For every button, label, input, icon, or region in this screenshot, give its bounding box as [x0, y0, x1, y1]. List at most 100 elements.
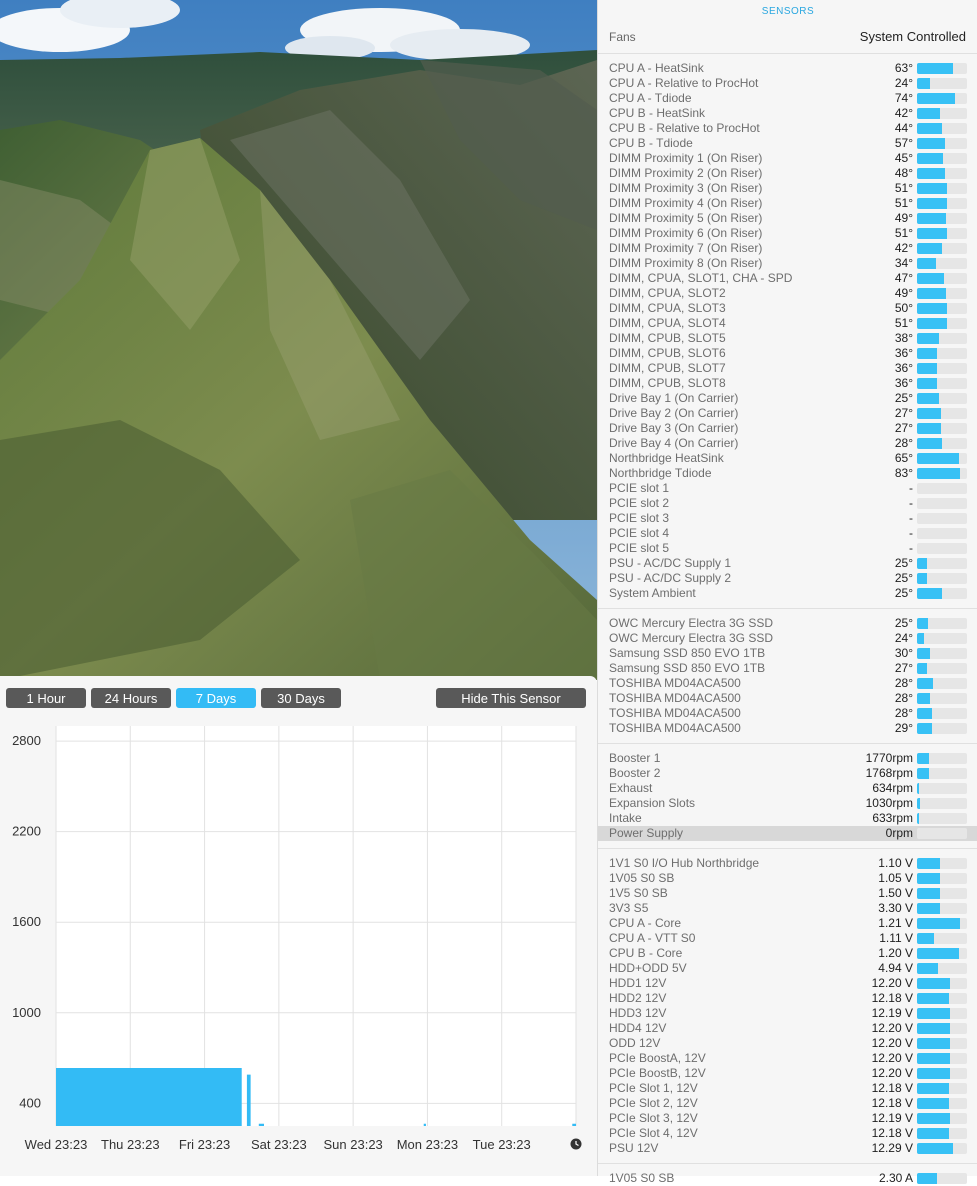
sensor-row[interactable]: 1V5 S0 SB 1.50 V [598, 886, 977, 901]
sensor-row[interactable]: OWC Mercury Electra 3G SSD 24° [598, 631, 977, 646]
sensor-row[interactable]: System Ambient 25° [598, 586, 977, 601]
sensor-level-bar [917, 483, 967, 494]
sensor-row[interactable]: Samsung SSD 850 EVO 1TB 30° [598, 646, 977, 661]
sensor-level-fill [917, 393, 939, 404]
sensor-row[interactable]: DIMM, CPUB, SLOT5 38° [598, 331, 977, 346]
sensor-row[interactable]: PCIE slot 2 - [598, 496, 977, 511]
sensor-row[interactable]: PCIe BoostB, 12V 12.20 V [598, 1066, 977, 1081]
sensor-row[interactable]: Northbridge HeatSink 65° [598, 451, 977, 466]
range-7-days-button[interactable]: 7 Days [176, 688, 256, 708]
sensor-level-bar [917, 963, 967, 974]
sensor-level-fill [917, 1128, 949, 1139]
sensor-row[interactable]: PCIe Slot 1, 12V 12.18 V [598, 1081, 977, 1096]
sensor-row[interactable]: DIMM, CPUA, SLOT2 49° [598, 286, 977, 301]
sensor-row[interactable]: HDD4 12V 12.20 V [598, 1021, 977, 1036]
hide-sensor-button[interactable]: Hide This Sensor [436, 688, 586, 708]
sensor-row[interactable]: CPU A - Tdiode 74° [598, 91, 977, 106]
sensor-value: 51° [894, 226, 913, 240]
sensor-name: Drive Bay 4 (On Carrier) [609, 436, 739, 450]
sensor-row[interactable]: PCIE slot 3 - [598, 511, 977, 526]
sensor-row[interactable]: HDD3 12V 12.19 V [598, 1006, 977, 1021]
sensor-row[interactable]: DIMM Proximity 1 (On Riser) 45° [598, 151, 977, 166]
sensor-value: 34° [894, 256, 913, 270]
sensor-row[interactable]: Power Supply 0rpm [598, 826, 977, 841]
sensor-row[interactable]: Exhaust 634rpm [598, 781, 977, 796]
sensor-level-bar [917, 63, 967, 74]
sensor-row[interactable]: ODD 12V 12.20 V [598, 1036, 977, 1051]
sensor-row[interactable]: TOSHIBA MD04ACA500 28° [598, 706, 977, 721]
sensor-row[interactable]: TOSHIBA MD04ACA500 29° [598, 721, 977, 736]
sensor-row[interactable]: OWC Mercury Electra 3G SSD 25° [598, 616, 977, 631]
sensor-level-fill [917, 783, 919, 794]
sensor-row[interactable]: PSU - AC/DC Supply 2 25° [598, 571, 977, 586]
sensor-row[interactable]: 3V3 S5 3.30 V [598, 901, 977, 916]
sensor-row[interactable]: DIMM, CPUB, SLOT7 36° [598, 361, 977, 376]
clock-icon[interactable] [570, 1138, 582, 1150]
sensor-row[interactable]: DIMM, CPUB, SLOT8 36° [598, 376, 977, 391]
sensor-level-fill [917, 798, 920, 809]
sensor-row[interactable]: CPU B - HeatSink 42° [598, 106, 977, 121]
sensor-name: 1V05 S0 SB [609, 871, 675, 885]
sensor-row[interactable]: CPU A - Core 1.21 V [598, 916, 977, 931]
sensor-row[interactable]: DIMM Proximity 8 (On Riser) 34° [598, 256, 977, 271]
sensor-row[interactable]: DIMM Proximity 3 (On Riser) 51° [598, 181, 977, 196]
sensor-row[interactable]: PSU 12V 12.29 V [598, 1141, 977, 1156]
sensor-level-bar [917, 573, 967, 584]
sensor-row[interactable]: DIMM, CPUA, SLOT4 51° [598, 316, 977, 331]
sensor-row[interactable]: Booster 2 1768rpm [598, 766, 977, 781]
sensor-row[interactable]: PSU - AC/DC Supply 1 25° [598, 556, 977, 571]
fans-mode-value[interactable]: System Controlled [860, 29, 966, 44]
sensor-row[interactable]: DIMM Proximity 5 (On Riser) 49° [598, 211, 977, 226]
sensor-row[interactable]: CPU B - Relative to ProcHot 44° [598, 121, 977, 136]
sensor-row[interactable]: CPU B - Tdiode 57° [598, 136, 977, 151]
sensor-row[interactable]: PCIe Slot 4, 12V 12.18 V [598, 1126, 977, 1141]
sensor-row[interactable]: Drive Bay 1 (On Carrier) 25° [598, 391, 977, 406]
sensor-level-fill [917, 378, 937, 389]
sensor-row[interactable]: PCIE slot 1 - [598, 481, 977, 496]
sensor-row[interactable]: DIMM Proximity 4 (On Riser) 51° [598, 196, 977, 211]
sensor-level-fill [917, 468, 960, 479]
panel-title: SENSORS [761, 6, 815, 17]
sensor-row[interactable]: 1V1 S0 I/O Hub Northbridge 1.10 V [598, 856, 977, 871]
sensor-row[interactable]: PCIE slot 5 - [598, 541, 977, 556]
sensor-name: OWC Mercury Electra 3G SSD [609, 616, 774, 630]
sensor-row[interactable]: PCIE slot 4 - [598, 526, 977, 541]
range-30-days-button[interactable]: 30 Days [261, 688, 341, 708]
sensor-row[interactable]: Drive Bay 4 (On Carrier) 28° [598, 436, 977, 451]
sensor-row[interactable]: DIMM, CPUA, SLOT3 50° [598, 301, 977, 316]
sensor-row[interactable]: HDD+ODD 5V 4.94 V [598, 961, 977, 976]
sensor-row[interactable]: DIMM Proximity 7 (On Riser) 42° [598, 241, 977, 256]
sensor-row[interactable]: DIMM, CPUB, SLOT6 36° [598, 346, 977, 361]
fans-mode-row[interactable]: Fans System Controlled [598, 26, 977, 54]
sensor-row[interactable]: DIMM Proximity 2 (On Riser) 48° [598, 166, 977, 181]
sensor-row[interactable]: HDD1 12V 12.20 V [598, 976, 977, 991]
sensor-row[interactable]: DIMM Proximity 6 (On Riser) 51° [598, 226, 977, 241]
sensor-name: DIMM Proximity 1 (On Riser) [609, 151, 763, 165]
sensor-row[interactable]: Northbridge Tdiode 83° [598, 466, 977, 481]
sensor-row[interactable]: CPU A - Relative to ProcHot 24° [598, 76, 977, 91]
sensor-row[interactable]: CPU A - HeatSink 63° [598, 61, 977, 76]
sensor-row[interactable]: Drive Bay 3 (On Carrier) 27° [598, 421, 977, 436]
sensor-row[interactable]: PCIe Slot 2, 12V 12.18 V [598, 1096, 977, 1111]
sensor-row[interactable]: Drive Bay 2 (On Carrier) 27° [598, 406, 977, 421]
sensor-level-fill [917, 168, 945, 179]
sensor-value: 12.20 V [871, 976, 913, 990]
plot-background [56, 726, 576, 1126]
sensor-row[interactable]: CPU A - VTT S0 1.11 V [598, 931, 977, 946]
sensor-row[interactable]: DIMM, CPUA, SLOT1, CHA - SPD 47° [598, 271, 977, 286]
sensor-value: 45° [894, 151, 913, 165]
sensor-row[interactable]: PCIe BoostA, 12V 12.20 V [598, 1051, 977, 1066]
sensor-row[interactable]: CPU B - Core 1.20 V [598, 946, 977, 961]
sensor-row[interactable]: Booster 1 1770rpm [598, 751, 977, 766]
sensor-row[interactable]: Intake 633rpm [598, 811, 977, 826]
sensor-row[interactable]: Samsung SSD 850 EVO 1TB 27° [598, 661, 977, 676]
sensor-row[interactable]: PCIe Slot 3, 12V 12.19 V [598, 1111, 977, 1126]
sensor-row[interactable]: Expansion Slots 1030rpm [598, 796, 977, 811]
range-1-hour-button[interactable]: 1 Hour [6, 688, 86, 708]
sensor-row[interactable]: TOSHIBA MD04ACA500 28° [598, 691, 977, 706]
sensor-row[interactable]: 1V05 S0 SB 2.30 A [598, 1171, 977, 1186]
sensor-row[interactable]: TOSHIBA MD04ACA500 28° [598, 676, 977, 691]
range-24-hours-button[interactable]: 24 Hours [91, 688, 171, 708]
sensor-row[interactable]: HDD2 12V 12.18 V [598, 991, 977, 1006]
sensor-row[interactable]: 1V05 S0 SB 1.05 V [598, 871, 977, 886]
